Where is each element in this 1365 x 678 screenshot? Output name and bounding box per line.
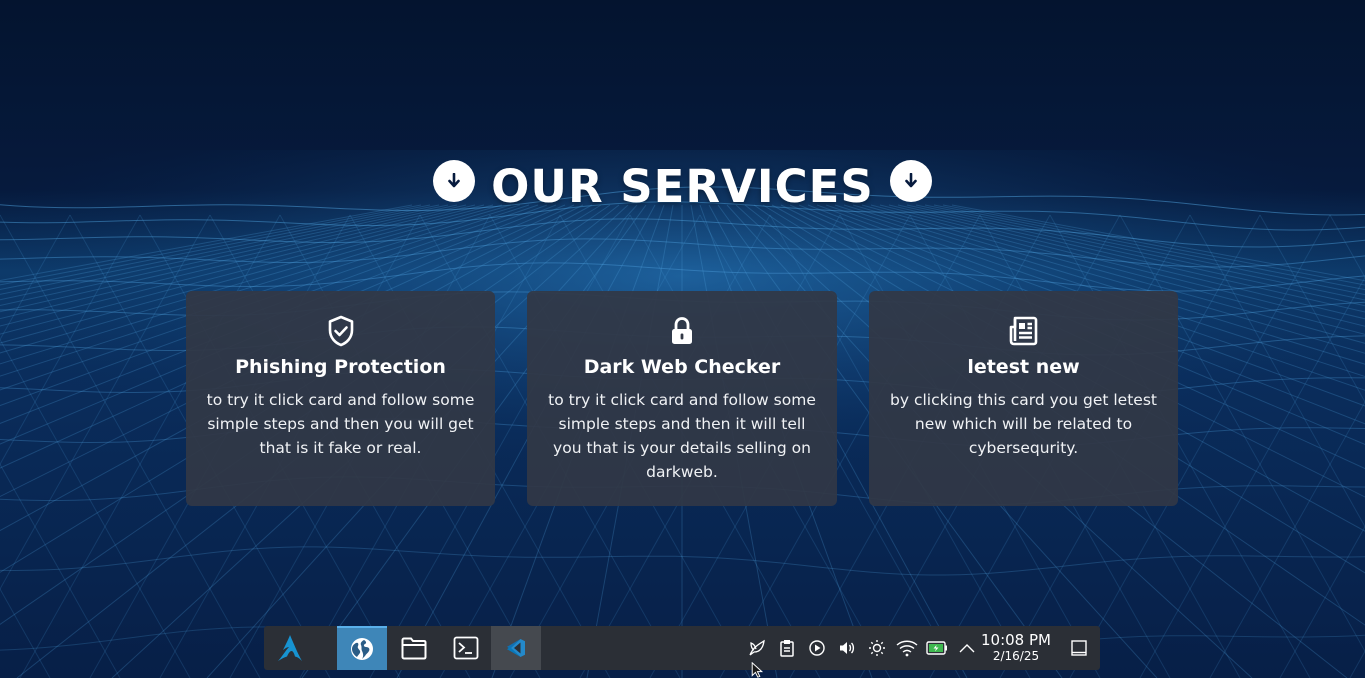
card-title: Dark Web Checker — [583, 356, 781, 378]
arch-linux-icon[interactable] — [264, 626, 316, 670]
newspaper-icon — [887, 315, 1160, 347]
brightness-icon[interactable] — [862, 626, 892, 670]
clock-date: 2/16/25 — [992, 649, 1040, 663]
system-tray — [742, 626, 982, 670]
card-description: to try it click card and follow some sim… — [548, 391, 816, 481]
taskbar-app-browser[interactable] — [337, 626, 387, 670]
folder-icon — [401, 637, 427, 660]
taskbar: 10:08 PM 2/16/25 — [264, 626, 1100, 670]
taskbar-app-terminal[interactable] — [441, 626, 491, 670]
vscode-icon — [507, 639, 525, 657]
globe-icon — [351, 638, 373, 660]
media-play-icon[interactable] — [802, 626, 832, 670]
clipboard-icon[interactable] — [772, 626, 802, 670]
lock-icon — [545, 315, 819, 347]
arrow-down-icon[interactable] — [889, 160, 932, 202]
taskbar-spacer — [316, 626, 337, 670]
taskbar-app-files[interactable] — [387, 626, 441, 670]
shield-check-icon — [204, 315, 477, 347]
show-desktop-icon[interactable] — [1064, 626, 1094, 670]
arrow-down-icon[interactable] — [433, 160, 476, 202]
volume-icon[interactable] — [832, 626, 862, 670]
clock-time: 10:08 PM — [981, 631, 1051, 649]
clock[interactable]: 10:08 PM 2/16/25 — [976, 632, 1056, 664]
wifi-icon[interactable] — [892, 626, 922, 670]
mouse-cursor-icon — [751, 662, 764, 678]
card-description: to try it click card and follow some sim… — [206, 391, 475, 457]
card-title: Phishing Protection — [235, 356, 446, 378]
service-card-news[interactable]: letest new by clicking this card you get… — [869, 291, 1178, 506]
service-card-dark-web[interactable]: Dark Web Checker to try it click card an… — [527, 291, 837, 506]
taskbar-app-vscode[interactable] — [491, 626, 541, 670]
battery-icon[interactable] — [922, 626, 952, 670]
service-card-phishing[interactable]: Phishing Protection to try it click card… — [186, 291, 495, 506]
card-description: by clicking this card you get letest new… — [890, 391, 1157, 457]
terminal-icon — [453, 636, 479, 660]
card-title: letest new — [967, 356, 1080, 378]
section-heading: OUR SERVICES — [0, 158, 1365, 216]
section-title: OUR SERVICES — [491, 160, 874, 213]
